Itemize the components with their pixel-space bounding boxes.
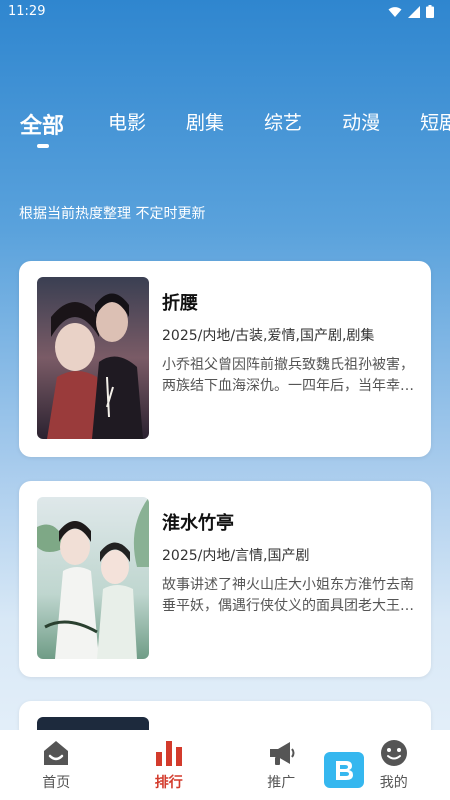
tab-label: 动漫 [342, 112, 381, 134]
tab-label: 剧集 [186, 112, 225, 134]
bottom-nav: 首页 排行 推广 我的 [0, 730, 450, 800]
poster-image[interactable] [37, 497, 149, 659]
megaphone-icon [270, 742, 295, 765]
poster-image[interactable] [37, 277, 149, 439]
tab-label: 电影 [108, 112, 147, 134]
tab-label: 短剧 [420, 112, 450, 134]
nav-ranking[interactable]: 排行 [113, 730, 226, 800]
tab-active-indicator [37, 144, 49, 148]
battery-icon [426, 5, 434, 18]
card-description: 小乔祖父曾因阵前撤兵致魏氏祖孙被害，两族结下血海深仇。一四年后，当年幸存的魏劭率… [162, 357, 414, 394]
wifi-icon [388, 6, 402, 17]
card-title[interactable]: 淮水竹亭 [162, 509, 415, 535]
card-meta: 2025/内地/言情,国产剧 [162, 548, 310, 564]
tab-short-drama[interactable]: 短剧 [420, 108, 450, 148]
card-info: 折腰 2025/内地/古装,爱情,国产剧,剧集 小乔祖父曾因阵前撤兵致魏氏祖孙被… [162, 289, 415, 397]
ranking-icon [155, 741, 182, 766]
floating-assistant-button[interactable] [324, 752, 364, 788]
status-time: 11:29 [8, 4, 46, 19]
signal-icon [408, 5, 420, 18]
nav-label: 我的 [379, 775, 408, 791]
card-description: 故事讲述了神火山庄大小姐东方淮竹去南垂平妖，偶遇行侠仗义的面具团老大王权弘业，两… [162, 577, 414, 614]
nav-home[interactable]: 首页 [0, 730, 113, 800]
card-meta: 2025/内地/古装,爱情,国产剧,剧集 [162, 328, 375, 344]
nav-label: 排行 [154, 775, 183, 791]
nav-label: 推广 [267, 775, 296, 791]
ranking-card[interactable]: 折腰 2025/内地/古装,爱情,国产剧,剧集 小乔祖父曾因阵前撤兵致魏氏祖孙被… [19, 261, 431, 457]
tab-series[interactable]: 剧集 [186, 108, 224, 148]
tab-movies[interactable]: 电影 [108, 108, 146, 148]
status-icons [388, 5, 434, 18]
card-info: 淮水竹亭 2025/内地/言情,国产剧 故事讲述了神火山庄大小姐东方淮竹去南垂平… [162, 509, 415, 617]
status-bar: 11:29 [0, 0, 450, 26]
tab-label: 全部 [20, 114, 65, 139]
card-title[interactable]: 折腰 [162, 289, 415, 315]
category-tabs: 全部 电影 剧集 综艺 动漫 短剧 [20, 108, 450, 148]
profile-icon [380, 740, 407, 766]
tab-variety[interactable]: 综艺 [264, 108, 302, 148]
nav-label: 首页 [42, 775, 71, 791]
tab-all[interactable]: 全部 [20, 108, 64, 148]
nav-promote[interactable]: 推广 [225, 730, 338, 800]
tab-label: 综艺 [264, 112, 303, 134]
home-icon [44, 741, 69, 765]
ranking-card[interactable]: 淮水竹亭 2025/内地/言情,国产剧 故事讲述了神火山庄大小姐东方淮竹去南垂平… [19, 481, 431, 677]
ranking-subtitle: 根据当前热度整理 不定时更新 [19, 206, 206, 222]
b-logo-icon [336, 761, 353, 780]
tab-anime[interactable]: 动漫 [342, 108, 380, 148]
